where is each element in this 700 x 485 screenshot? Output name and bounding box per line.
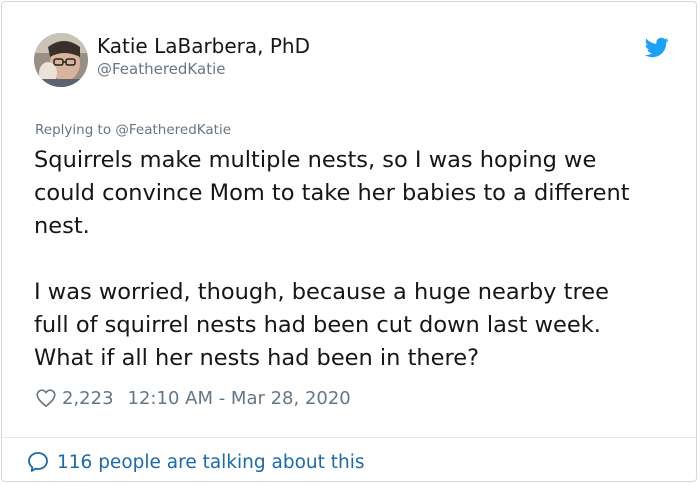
speech-bubble-icon bbox=[28, 452, 48, 472]
avatar-photo bbox=[34, 33, 88, 87]
tweet-text: Squirrels make multiple nests, so I was … bbox=[34, 144, 684, 375]
heart-outline-icon[interactable] bbox=[35, 387, 57, 409]
tweet-line: could convince Mom to take her babies to… bbox=[34, 180, 630, 206]
avatar[interactable] bbox=[34, 33, 88, 87]
tweet-line: What if all her nests had been in there? bbox=[34, 345, 480, 371]
replying-to[interactable]: Replying to @FeatheredKatie bbox=[35, 122, 231, 138]
talking-label[interactable]: 116 people are talking about this bbox=[57, 452, 365, 473]
tweet-line: full of squirrel nests had been cut down… bbox=[34, 312, 601, 338]
tweet-line: I was worried, though, because a huge ne… bbox=[34, 279, 609, 305]
author-name[interactable]: Katie LaBarbera, PhD bbox=[97, 34, 310, 58]
conversation-link[interactable]: 116 people are talking about this bbox=[26, 450, 365, 474]
twitter-bird-icon[interactable] bbox=[645, 35, 669, 59]
tweet-card: Katie LaBarbera, PhD @FeatheredKatie Rep… bbox=[1, 1, 697, 482]
author-handle[interactable]: @FeatheredKatie bbox=[97, 60, 225, 78]
divider bbox=[2, 437, 696, 438]
tweet-line: Squirrels make multiple nests, so I was … bbox=[34, 147, 597, 173]
tweet-meta: 2,223 12:10 AM - Mar 28, 2020 bbox=[35, 387, 351, 409]
timestamp[interactable]: 12:10 AM - Mar 28, 2020 bbox=[128, 388, 351, 409]
tweet-line: nest. bbox=[34, 213, 90, 239]
like-count[interactable]: 2,223 bbox=[62, 388, 114, 409]
